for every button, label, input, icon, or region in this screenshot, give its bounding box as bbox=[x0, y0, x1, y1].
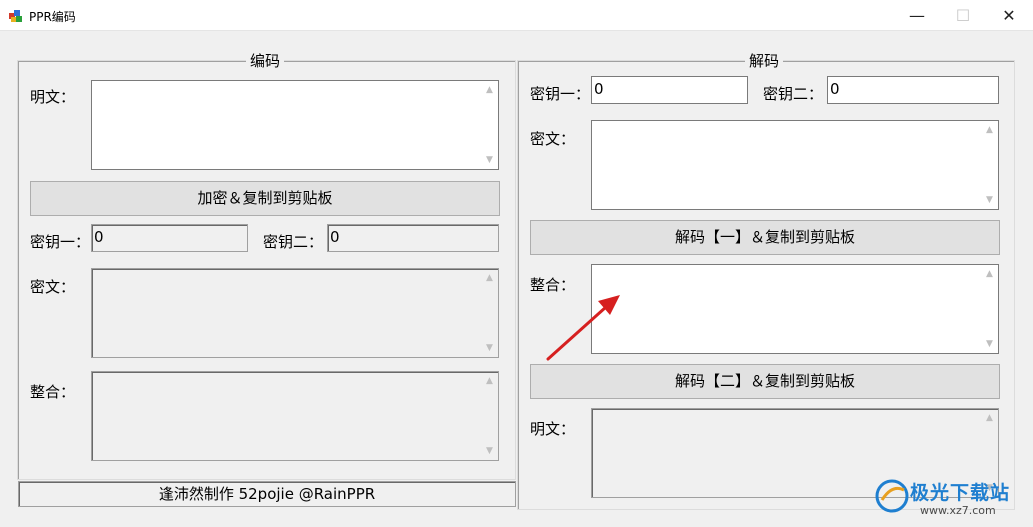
window-title: PPR编码 bbox=[29, 10, 76, 24]
scroll-down-icon[interactable]: ▼ bbox=[481, 443, 498, 459]
maximize-button[interactable]: ☐ bbox=[940, 0, 986, 31]
encode-plaintext-textarea[interactable]: ▲ ▼ bbox=[91, 80, 499, 170]
decode-ciphertext-textarea[interactable]: ▲ ▼ bbox=[591, 120, 999, 210]
watermark-logo-icon bbox=[875, 479, 909, 513]
minimize-button[interactable]: — bbox=[894, 0, 940, 31]
scroll-up-icon[interactable]: ▲ bbox=[481, 82, 498, 98]
decode-combined-textarea[interactable]: ▲ ▼ bbox=[591, 264, 999, 354]
decode-key1-label: 密钥一： bbox=[530, 85, 591, 103]
decode-combined-scrollbar[interactable]: ▲ ▼ bbox=[981, 265, 998, 353]
scroll-up-icon[interactable]: ▲ bbox=[981, 410, 998, 426]
decode-one-copy-button[interactable]: 解码【一】＆复制到剪贴板 bbox=[530, 220, 1000, 255]
encode-key2-field[interactable]: 0 bbox=[327, 224, 499, 252]
maximize-icon: ☐ bbox=[955, 6, 971, 25]
close-icon: ✕ bbox=[1002, 6, 1016, 25]
decode-key2-label: 密钥二： bbox=[763, 85, 824, 103]
encode-plaintext-label: 明文： bbox=[30, 88, 76, 106]
encode-combined-label: 整合： bbox=[30, 383, 76, 401]
scroll-down-icon[interactable]: ▼ bbox=[981, 336, 998, 352]
encode-key1-label: 密钥一： bbox=[30, 233, 91, 251]
encode-key2-label: 密钥二： bbox=[263, 233, 324, 251]
scroll-up-icon[interactable]: ▲ bbox=[481, 373, 498, 389]
encode-ciphertext-textarea[interactable]: ▲ ▼ bbox=[91, 268, 499, 358]
scroll-down-icon[interactable]: ▼ bbox=[981, 192, 998, 208]
decode-key1-field[interactable]: 0 bbox=[591, 76, 748, 104]
watermark: 极光下载站 www.xz7.com bbox=[870, 474, 1028, 524]
annotation-arrow-icon bbox=[546, 295, 620, 361]
decode-key2-field[interactable]: 0 bbox=[827, 76, 999, 104]
decode-ciphertext-label: 密文： bbox=[530, 130, 576, 148]
decode-two-copy-button[interactable]: 解码【二】＆复制到剪贴板 bbox=[530, 364, 1000, 399]
scroll-down-icon[interactable]: ▼ bbox=[481, 340, 498, 356]
watermark-url: www.xz7.com bbox=[920, 504, 996, 517]
encrypt-copy-button[interactable]: 加密＆复制到剪贴板 bbox=[30, 181, 500, 216]
scroll-down-icon[interactable]: ▼ bbox=[481, 152, 498, 168]
scroll-up-icon[interactable]: ▲ bbox=[981, 122, 998, 138]
encode-ciphertext-label: 密文： bbox=[30, 278, 76, 296]
decode-ciphertext-scrollbar[interactable]: ▲ ▼ bbox=[981, 121, 998, 209]
encode-combined-textarea[interactable]: ▲ ▼ bbox=[91, 371, 499, 461]
close-button[interactable]: ✕ bbox=[986, 0, 1032, 31]
encode-plaintext-scrollbar[interactable]: ▲ ▼ bbox=[481, 81, 498, 169]
scroll-up-icon[interactable]: ▲ bbox=[481, 270, 498, 286]
encode-key1-field[interactable]: 0 bbox=[91, 224, 248, 252]
title-bar: PPR编码 — ☐ ✕ bbox=[0, 0, 1033, 31]
scroll-up-icon[interactable]: ▲ bbox=[981, 266, 998, 282]
encode-group-title: 编码 bbox=[246, 50, 285, 71]
status-bar: 逢沛然制作 52pojie @RainPPR bbox=[18, 481, 516, 507]
encode-combined-scrollbar[interactable]: ▲ ▼ bbox=[481, 372, 498, 460]
decode-group-title: 解码 bbox=[745, 50, 784, 71]
minimize-icon: — bbox=[909, 6, 925, 25]
app-icon bbox=[9, 10, 22, 22]
decode-plaintext-label: 明文： bbox=[530, 420, 576, 438]
watermark-title: 极光下载站 bbox=[910, 482, 1011, 504]
encode-ciphertext-scrollbar[interactable]: ▲ ▼ bbox=[481, 269, 498, 357]
